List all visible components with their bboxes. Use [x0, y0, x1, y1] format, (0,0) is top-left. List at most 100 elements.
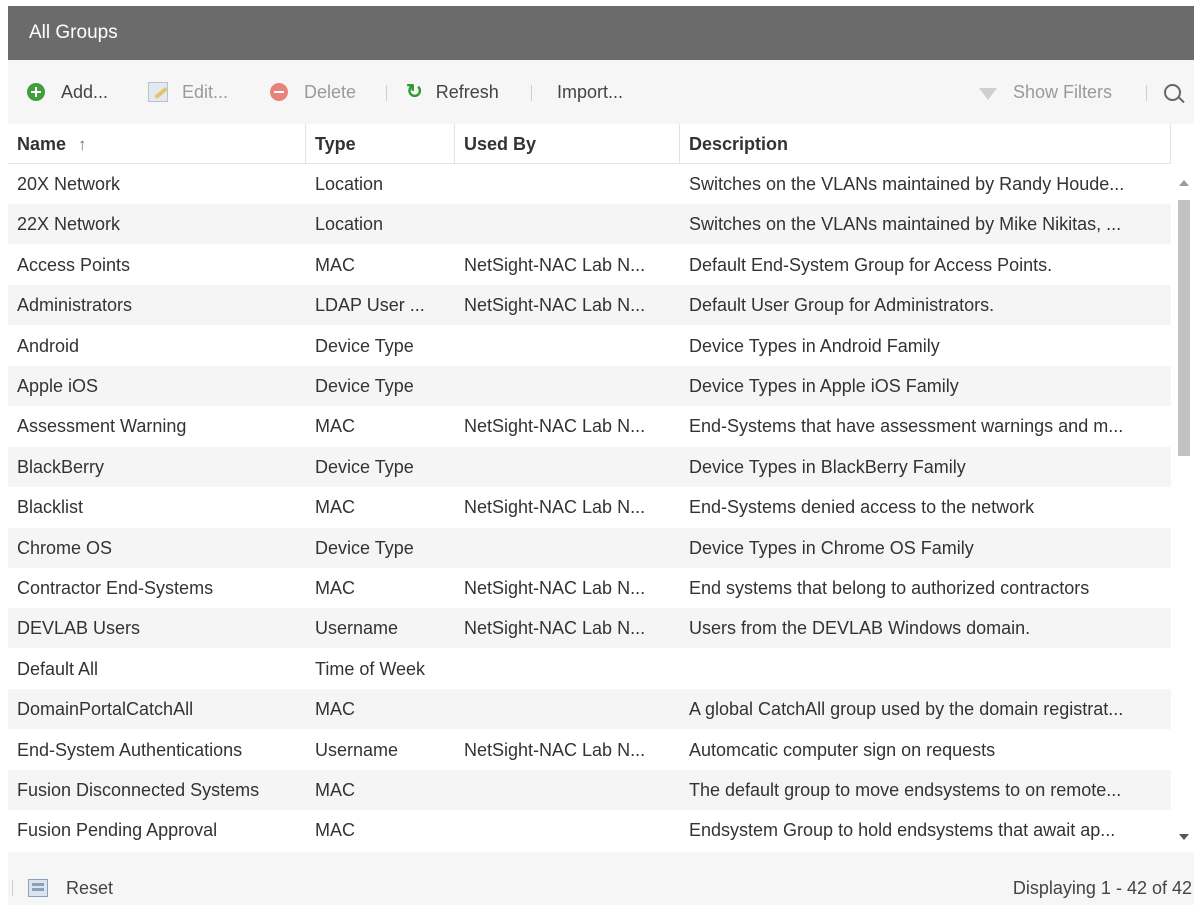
- table-row[interactable]: 22X Network Location Switches on the VLANs…: [8, 204, 1171, 245]
- toolbar-divider: [386, 85, 387, 101]
- table-row[interactable]: Blacklist MAC NetSight-NAC Lab N... End-Sys…: [8, 487, 1171, 527]
- table-row[interactable]: Fusion Pending Approval MAC Endsystem Grou…: [8, 810, 1171, 850]
- refresh-icon: ↻: [406, 81, 423, 103]
- cell-name: Default All: [17, 658, 99, 679]
- table-header: Name ↑ Type Used By Description: [8, 124, 1171, 164]
- cell-name: Apple iOS: [17, 376, 99, 396]
- toolbar-divider: [1146, 85, 1147, 101]
- cell-used-by: [455, 164, 680, 204]
- cell-name: Android: [17, 335, 80, 356]
- cell-description: Switches on the VLANs maintained by Mike…: [689, 214, 1122, 235]
- cell-description: Default User Group for Administrators.: [689, 295, 995, 316]
- cell-used-by: [455, 326, 680, 366]
- filter-icon: [979, 88, 997, 100]
- add-button-label: Add...: [61, 81, 109, 102]
- table-row[interactable]: Assessment Warning MAC NetSight-NAC Lab N.…: [8, 406, 1171, 446]
- reset-icon: [28, 879, 48, 897]
- cell-type: MAC: [315, 820, 355, 841]
- cell-used-by: [455, 447, 680, 487]
- cell-name: Chrome OS: [17, 537, 113, 558]
- cell-description: Endsystem Group to hold endsystems that …: [689, 820, 1116, 841]
- scrollbar-thumb[interactable]: [1178, 200, 1190, 456]
- cell-name: Fusion Disconnected Systems: [17, 780, 260, 800]
- edit-button[interactable]: Edit...: [148, 78, 228, 106]
- delete-button[interactable]: Delete: [270, 78, 356, 106]
- edit-icon: [148, 82, 168, 102]
- cell-description: Device Types in BlackBerry Family: [689, 456, 966, 477]
- cell-used-by: NetSight-NAC Lab N...: [464, 578, 646, 598]
- scroll-up-icon[interactable]: [1179, 180, 1189, 186]
- table-row[interactable]: Apple iOS Device Type Device Types in Appl…: [8, 366, 1171, 406]
- table-row[interactable]: Android Device Type Device Types in Androi…: [8, 326, 1171, 366]
- show-filters-button[interactable]: Show Filters: [979, 78, 1112, 106]
- cell-used-by: NetSight-NAC Lab N...: [464, 295, 646, 316]
- cell-name: 22X Network: [17, 214, 121, 235]
- cell-description: End systems that belong to authorized co…: [689, 578, 1090, 598]
- table-row[interactable]: Fusion Disconnected Systems MAC The defaul…: [8, 770, 1171, 810]
- table-row[interactable]: Chrome OS Device Type Device Types in Chro…: [8, 527, 1171, 568]
- cell-name: DomainPortalCatchAll: [17, 699, 194, 720]
- cell-type: MAC: [315, 699, 355, 720]
- cell-used-by: NetSight-NAC Lab N...: [464, 497, 646, 518]
- scroll-down-icon[interactable]: [1179, 834, 1189, 840]
- column-header-used-by[interactable]: Used By: [455, 124, 680, 164]
- cell-description: Switches on the VLANs maintained by Rand…: [689, 174, 1125, 194]
- column-header-name[interactable]: Name ↑: [8, 124, 306, 164]
- cell-type: Username: [315, 739, 399, 760]
- table-row[interactable]: Default All Time of Week: [8, 649, 1171, 689]
- toolbar: Add... Edit... Delete ↻ Refresh Import..…: [8, 60, 1194, 124]
- cell-type: Device Type: [315, 376, 414, 396]
- cell-used-by: [455, 204, 680, 244]
- cell-name: Contractor End-Systems: [17, 578, 214, 598]
- table-row[interactable]: DEVLAB Users Username NetSight-NAC Lab N..…: [8, 608, 1171, 649]
- cell-type: Username: [315, 618, 399, 639]
- cell-description: End-Systems that have assessment warning…: [689, 416, 1124, 437]
- show-filters-label: Show Filters: [1013, 81, 1113, 102]
- cell-type: Location: [315, 214, 384, 235]
- cell-name: Assessment Warning: [17, 416, 187, 437]
- cell-name: Fusion Pending Approval: [17, 820, 218, 841]
- table-body: 20X Network Location Switches on the VLANs…: [8, 164, 1171, 852]
- delete-button-label: Delete: [304, 81, 357, 102]
- table-row[interactable]: Administrators LDAP User ... NetSight-NAC …: [8, 285, 1171, 326]
- table-row[interactable]: Access Points MAC NetSight-NAC Lab N... Def…: [8, 245, 1171, 285]
- cell-type: MAC: [315, 497, 355, 518]
- cell-type: Time of Week: [315, 658, 426, 679]
- groups-table: Name ↑ Type Used By Description 20X Netwo…: [8, 124, 1194, 852]
- cell-description: Default End-System Group for Access Poin…: [689, 254, 1053, 275]
- cell-description: [680, 649, 1171, 689]
- table-row[interactable]: DomainPortalCatchAll MAC A global CatchAll…: [8, 689, 1171, 730]
- column-header-label: Description: [689, 134, 789, 154]
- import-button-label: Import...: [557, 81, 624, 102]
- reset-button[interactable]: Reset: [28, 872, 113, 904]
- add-button[interactable]: Add...: [27, 78, 108, 106]
- sort-ascending-icon: ↑: [78, 135, 87, 154]
- cell-type: MAC: [315, 254, 355, 275]
- table-footer: Reset Displaying 1 - 42 of 42: [8, 852, 1194, 905]
- paging-status: Displaying 1 - 42 of 42: [1012, 878, 1192, 898]
- column-header-type[interactable]: Type: [306, 124, 455, 164]
- table-row[interactable]: 20X Network Location Switches on the VLANs…: [8, 164, 1171, 204]
- refresh-button[interactable]: ↻ Refresh: [406, 78, 499, 106]
- toolbar-divider: [531, 85, 532, 101]
- column-header-description[interactable]: Description: [680, 124, 1171, 164]
- cell-used-by: [455, 810, 680, 850]
- search-button[interactable]: [1164, 78, 1181, 106]
- edit-button-label: Edit...: [182, 81, 229, 102]
- cell-used-by: NetSight-NAC Lab N...: [464, 254, 646, 275]
- table-row[interactable]: BlackBerry Device Type Device Types in Bla…: [8, 446, 1171, 487]
- cell-type: Device Type: [315, 335, 414, 356]
- table-row[interactable]: End-System Authentications Username NetSig…: [8, 730, 1171, 770]
- cell-used-by: NetSight-NAC Lab N...: [464, 416, 646, 437]
- cell-used-by: [455, 528, 680, 568]
- import-button[interactable]: Import...: [557, 78, 623, 106]
- cell-description: End-Systems denied access to the network: [689, 497, 1035, 518]
- footer-divider: [12, 880, 13, 896]
- cell-used-by: [455, 770, 680, 810]
- panel-title: All Groups: [8, 6, 1194, 60]
- vertical-scrollbar[interactable]: [1174, 164, 1194, 852]
- cell-type: MAC: [315, 578, 355, 598]
- cell-type: Device Type: [315, 456, 414, 477]
- table-row[interactable]: Contractor End-Systems MAC NetSight-NAC La…: [8, 568, 1171, 608]
- cell-description: Device Types in Chrome OS Family: [689, 537, 974, 558]
